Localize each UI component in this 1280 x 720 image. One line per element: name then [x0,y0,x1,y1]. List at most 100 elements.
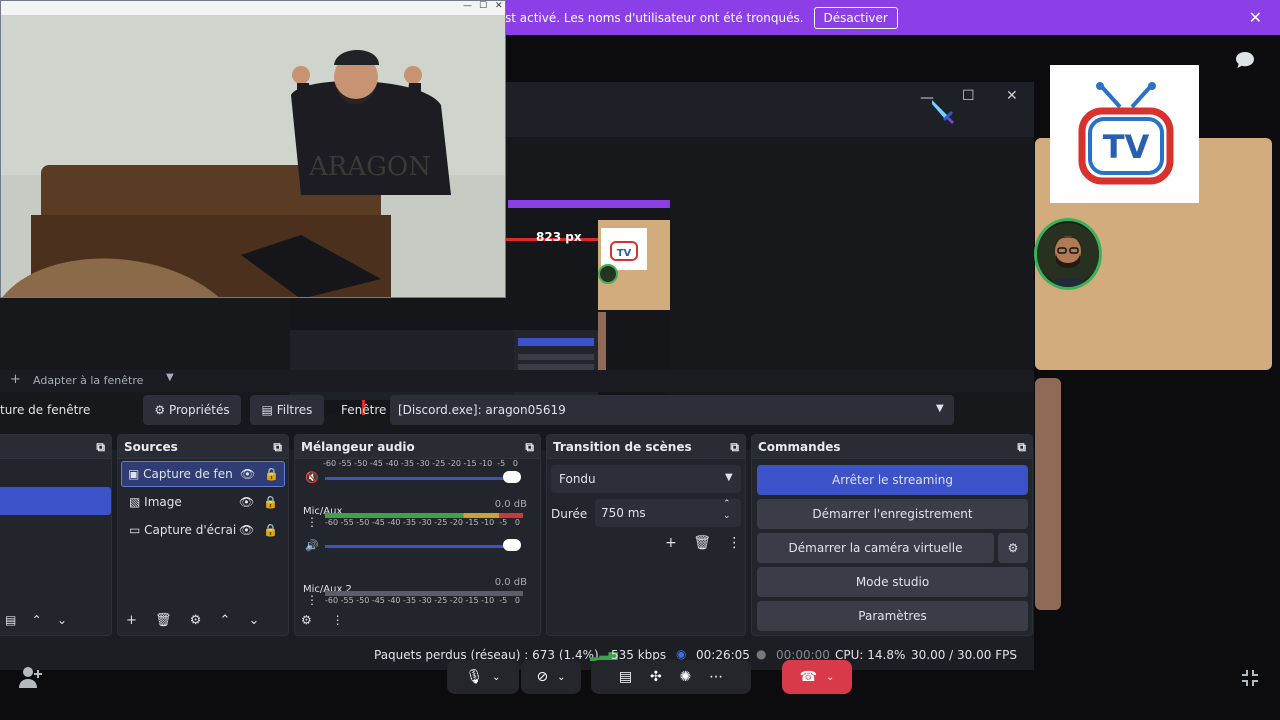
duration-label: Durée [551,507,588,521]
filter-icon[interactable]: ▤ [5,613,16,627]
virtual-camera-button[interactable]: Démarrer la caméra virtuelle [757,533,994,563]
lock-icon[interactable]: 🔒 [264,462,279,486]
fit-dropdown-icon[interactable]: ▼ [166,372,174,383]
kebab-menu-icon[interactable]: ⋮ [727,535,741,551]
fit-window-label[interactable]: Adapter à la fenêtre [33,374,143,387]
move-down-icon[interactable]: ⌄ [57,613,67,627]
transition-select[interactable]: Fondu ▼ [551,465,741,493]
undock-icon[interactable]: ⧉ [1017,435,1032,459]
camera-button[interactable]: ⊘ ⌄ [521,660,581,694]
undock-icon[interactable]: ⧉ [96,440,105,454]
mixer-controls: ⚙ ⋮ [301,613,344,627]
microphone-button[interactable]: 🎙 ⌄ [447,660,519,694]
source-item[interactable]: ▭ Capture d'écrai 👁 🔒 [121,517,285,543]
maximize-button[interactable]: ☐ [962,88,975,104]
lock-icon[interactable]: 🔒 [263,517,278,543]
volume-slider[interactable] [503,471,521,483]
chevron-down-icon: ⌄ [492,671,501,683]
controls-title: Commandes [758,440,841,454]
source-item[interactable]: ▣ Capture de fen 👁 🔒 [121,461,285,487]
record-icon: ● [756,647,767,661]
add-user-icon[interactable] [16,664,50,694]
disable-button[interactable]: Désactiver [813,6,898,29]
mixer-settings-icon[interactable]: ⚙ [301,613,312,627]
add-icon[interactable]: + [665,535,677,551]
microphone-icon: 🎙 [465,669,484,685]
screen-share-icon[interactable]: ▤ [619,669,632,685]
more-options-icon[interactable]: ⋯ [709,669,723,685]
gear-icon: ⚙ [1007,541,1019,555]
gear-icon[interactable]: ⚙ [190,613,202,628]
chat-bubble-icon[interactable] [1234,50,1256,70]
start-recording-button[interactable]: Démarrer l'enregistrement [757,499,1028,529]
webcam-maximize-button[interactable]: ☐ [479,1,487,11]
scene-item-selected[interactable] [0,487,111,515]
move-down-icon[interactable]: ⌄ [249,613,260,628]
trash-icon[interactable]: 🗑 [155,613,172,628]
source-item[interactable]: ▧ Image 👁 🔒 [121,489,285,515]
mixer-channel: Mic/Aux 0.0 dB ⋮ -60 -55 -50 -45 -40 -35… [303,499,527,552]
filters-button[interactable]: ▤ Filtres [250,395,324,425]
properties-button[interactable]: ⚙ Propriétés [143,395,241,425]
fps: 30.00 / 30.00 FPS [911,648,1017,662]
controls-panel: Commandes ⧉ Arrêter le streaming Démarrer… [751,434,1033,636]
studio-mode-button[interactable]: Mode studio [757,567,1028,597]
speaker-icon[interactable]: 🔊 [305,539,319,552]
duration-input[interactable]: 750 ms ⌃ ⌄ [595,499,741,527]
tv-logo-tile: TV [1050,65,1199,203]
monitor-icon: ▭ [129,523,141,537]
audio-mixer-panel: Mélangeur audio ⧉ -60 -55 -50 -45 -40 -35… [294,434,541,636]
kebab-menu-icon[interactable]: ⋮ [306,593,318,607]
stepper-up-icon[interactable]: ⌃ [723,499,731,509]
transition-title: Transition de scènes [553,440,692,454]
stop-streaming-button[interactable]: Arrêter le streaming [757,465,1028,495]
fullscreen-exit-icon[interactable] [1238,666,1262,690]
properties-bar: ture de fenêtre ⚙ Propriétés ▤ Filtres F… [0,392,1034,432]
activities-icon[interactable]: ✣ [650,669,662,685]
webcam-feed: ARAGON [1,15,505,297]
banner-close-icon[interactable]: ✕ [1249,8,1262,27]
settings-button[interactable]: Paramètres [757,601,1028,631]
chevron-down-icon: ⌄ [825,671,835,683]
image-icon: ▧ [129,495,141,509]
add-icon[interactable]: + [126,613,137,628]
chevron-down-icon: ⌄ [557,671,566,683]
close-button[interactable]: ✕ [1006,88,1018,104]
scene-controls: ▤ ⌃ ⌄ [5,613,67,627]
sword-cursor-icon [932,100,954,124]
move-up-icon[interactable]: ⌃ [32,613,42,627]
lock-icon[interactable]: 🔒 [263,489,278,515]
eye-icon[interactable]: 👁 [240,462,255,486]
move-up-icon[interactable]: ⌃ [220,613,231,628]
trash-icon[interactable]: 🗑 [693,535,711,551]
webcam-window[interactable]: — ☐ ✕ ARAGON [0,0,506,298]
stepper-down-icon[interactable]: ⌄ [723,511,731,521]
undock-icon[interactable]: ⧉ [730,435,745,459]
soundboard-icon[interactable]: ✺ [680,669,692,685]
participant-tile-2[interactable] [1035,378,1061,610]
banner-text: st activé. Les noms d'utilisateur ont ét… [505,10,804,25]
preview-toolbar: + Adapter à la fenêtre ▼ [0,370,1034,392]
window-select[interactable]: [Discord.exe]: aragon05619 ▼ [390,395,954,425]
channel-db: 0.0 dB [494,577,527,588]
webcam-minimize-button[interactable]: — [463,1,472,11]
muted-speaker-icon[interactable]: 🔇 [305,471,319,484]
tv-logo-icon: TV [1078,82,1174,185]
virtual-camera-settings-button[interactable]: ⚙ [998,533,1028,563]
disconnect-button[interactable]: ☎ ⌄ [782,660,852,694]
svg-text:TV: TV [617,248,632,259]
mixer-channel: -60 -55 -50 -45 -40 -35 -30 -25 -20 -15 … [303,459,527,484]
add-icon[interactable]: + [10,372,21,387]
end-call-icon: ☎ [799,669,818,685]
gear-icon: ⚙ [154,403,166,417]
undock-icon[interactable]: ⧉ [273,435,288,459]
filter-icon: ▤ [261,403,273,417]
eye-icon[interactable]: 👁 [239,517,254,543]
eye-icon[interactable]: 👁 [239,489,254,515]
webcam-close-button[interactable]: ✕ [495,1,503,11]
kebab-menu-icon[interactable]: ⋮ [332,613,344,627]
volume-slider[interactable] [503,539,521,551]
avatar[interactable] [1034,218,1102,290]
undock-icon[interactable]: ⧉ [525,435,540,459]
kebab-menu-icon[interactable]: ⋮ [306,515,318,529]
